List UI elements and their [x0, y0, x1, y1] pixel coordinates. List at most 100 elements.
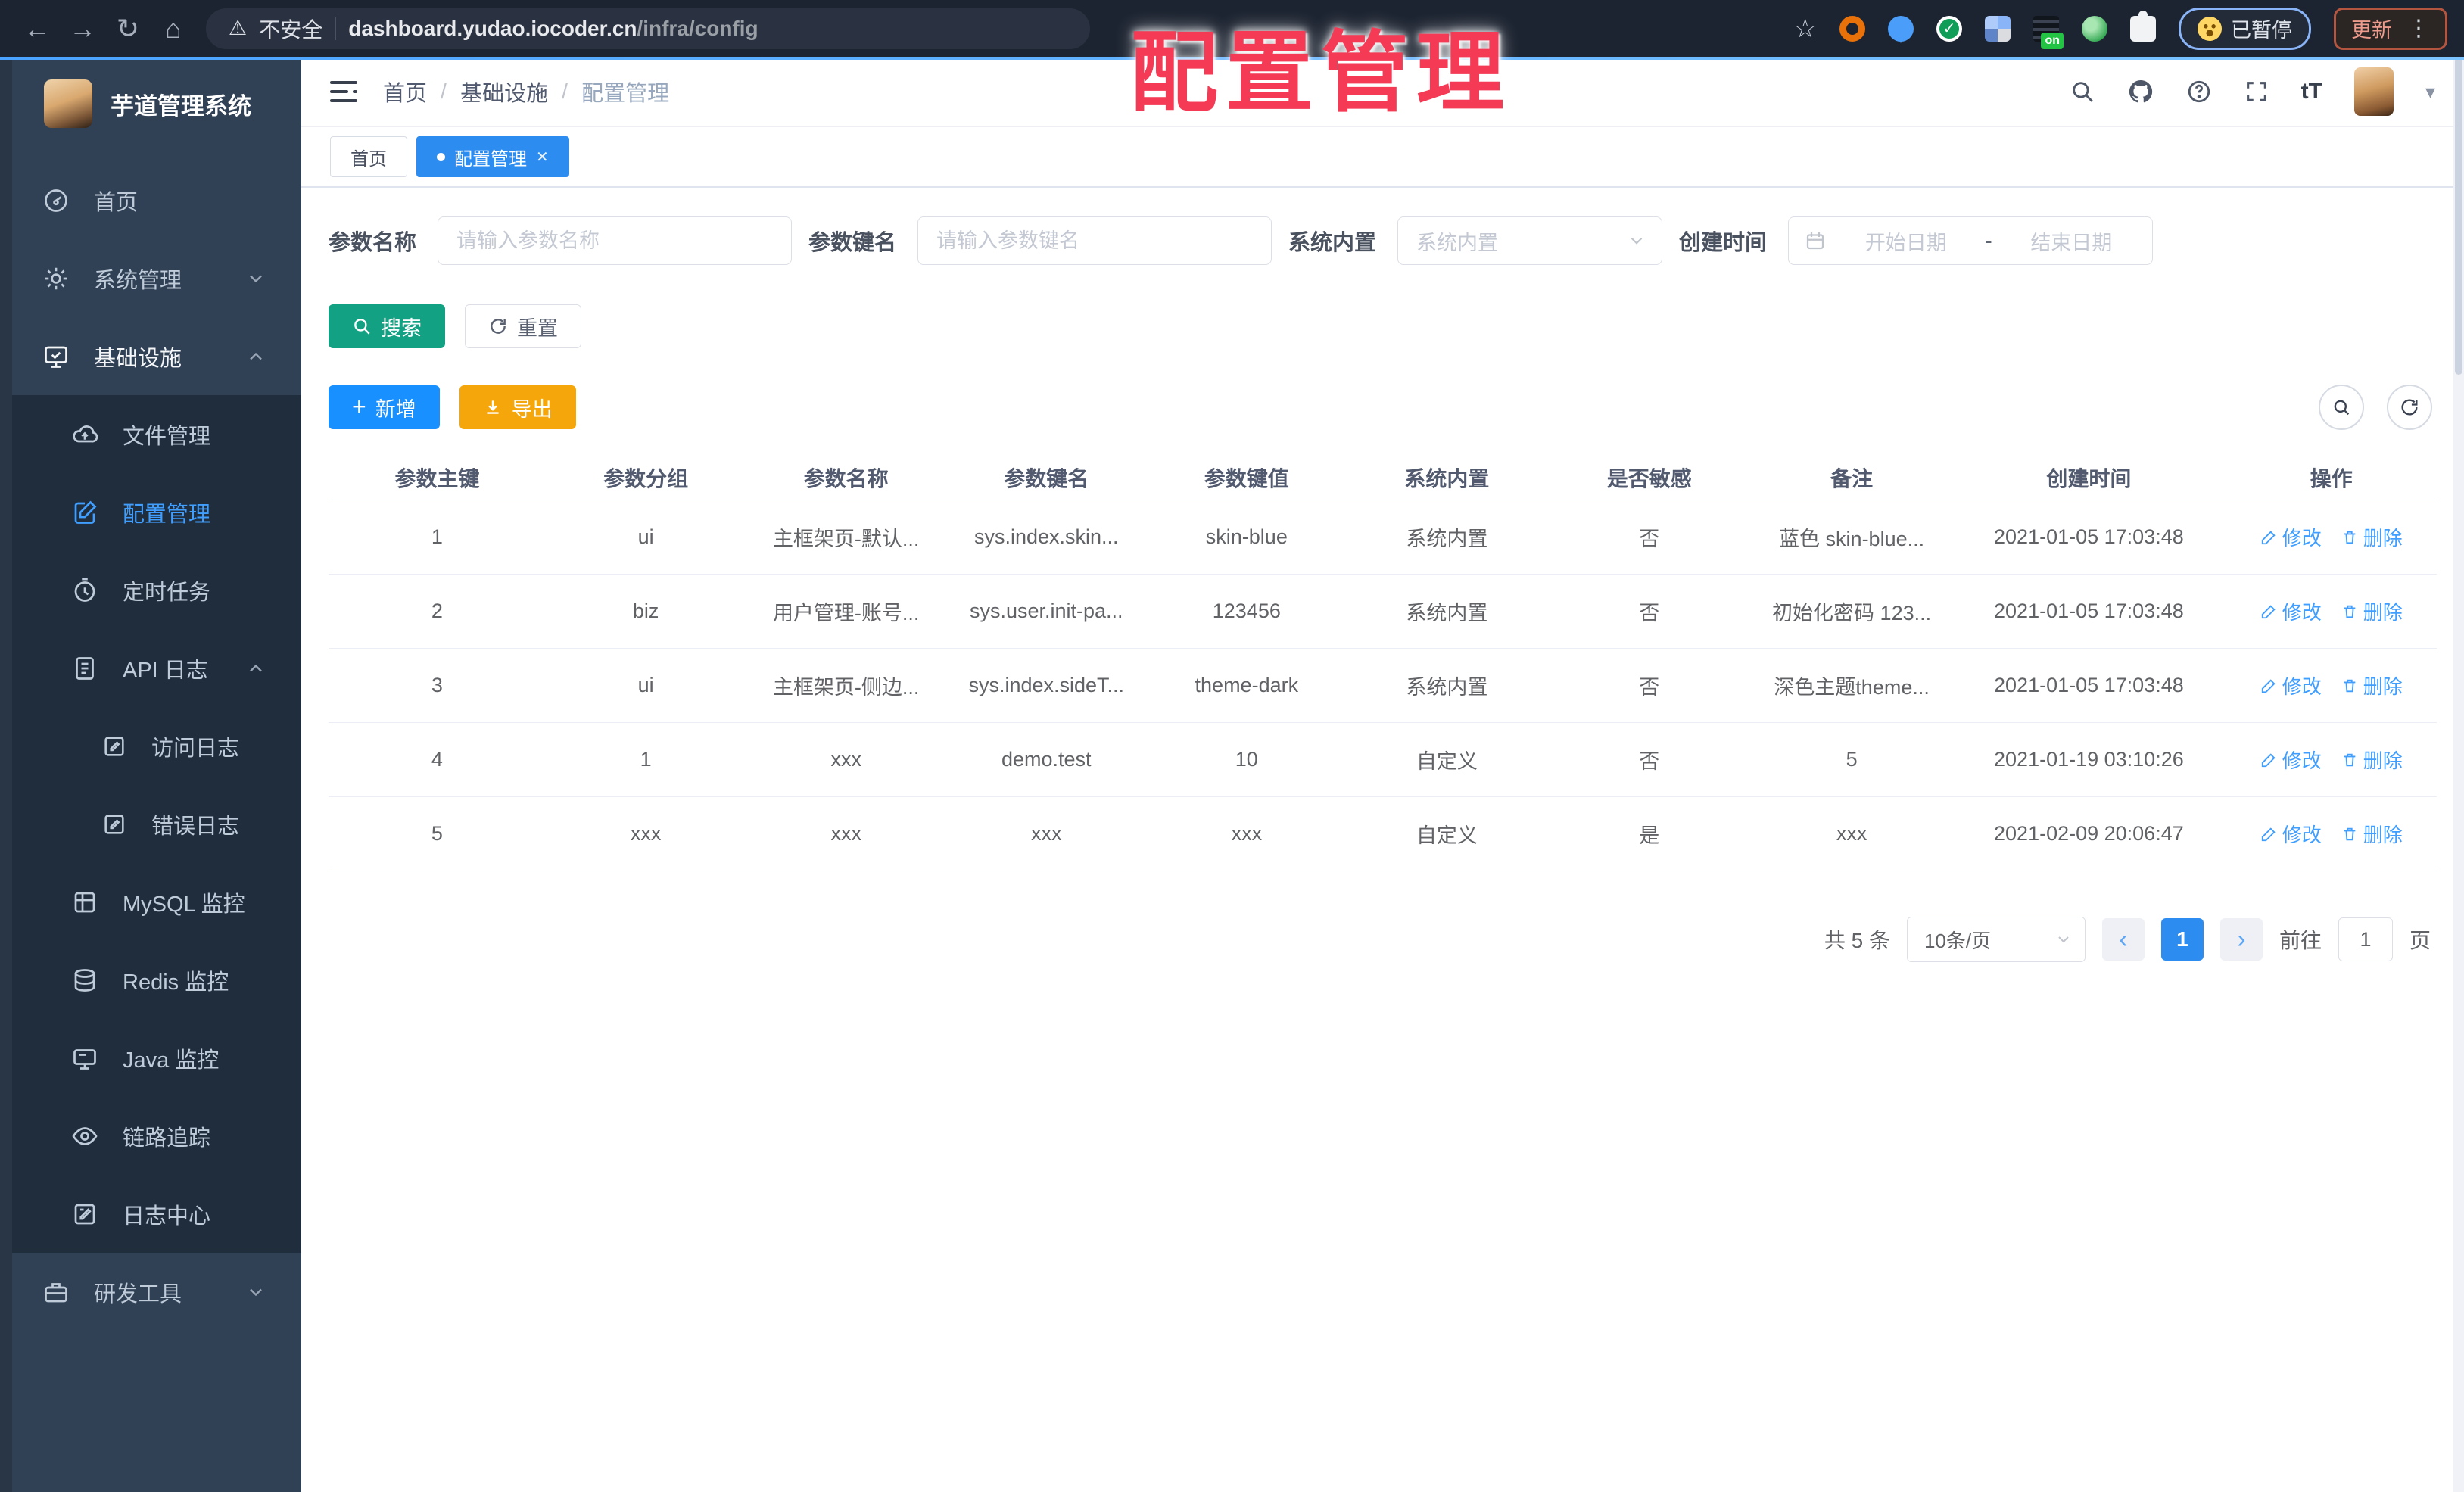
sidebar-item-label: 定时任务: [123, 580, 211, 605]
cell-created: 2021-01-05 17:03:48: [1952, 574, 2226, 649]
reload-icon[interactable]: ↻: [107, 8, 148, 49]
sidebar-item-scheduled-jobs[interactable]: 定时任务: [0, 551, 301, 629]
param-name-input[interactable]: [438, 216, 793, 265]
delete-link[interactable]: 删除: [2341, 820, 2403, 848]
sidebar-item-file-management[interactable]: 文件管理: [0, 395, 301, 473]
extension-icon[interactable]: [2082, 15, 2107, 42]
forward-icon[interactable]: →: [62, 8, 103, 49]
sidebar-item-config-management[interactable]: 配置管理: [0, 473, 301, 551]
logo-avatar: [44, 79, 92, 128]
extension-icon[interactable]: [1839, 15, 1865, 42]
page-size-select[interactable]: 10条/页: [1906, 917, 2086, 962]
prev-page-button[interactable]: ‹: [2101, 918, 2145, 961]
extensions-puzzle-icon[interactable]: [2130, 10, 2156, 42]
tab-label: 配置管理: [454, 148, 527, 170]
table-row: 4 1 xxx demo.test 10 自定义 否 5 2021-01-19 …: [329, 722, 2437, 797]
breadcrumb-home[interactable]: 首页: [383, 76, 427, 107]
chevron-up-icon: [245, 346, 266, 367]
sidebar-item-label: Java 监控: [123, 1048, 220, 1073]
edit-link[interactable]: 修改: [2260, 523, 2322, 551]
delete-link[interactable]: 删除: [2341, 523, 2403, 551]
extension-icon[interactable]: [1985, 15, 2011, 42]
delete-link[interactable]: 删除: [2341, 597, 2403, 625]
header-bar: 首页 / 基础设施 / 配置管理 tT ▾: [301, 57, 2464, 127]
edit-link[interactable]: 修改: [2260, 597, 2322, 625]
font-size-icon[interactable]: tT: [2301, 79, 2322, 104]
collapse-menu-icon[interactable]: [330, 81, 357, 102]
sidebar-item-access-logs[interactable]: 访问日志: [0, 707, 301, 785]
page-number-current[interactable]: 1: [2160, 918, 2204, 961]
sidebar-item-label: 研发工具: [94, 1282, 182, 1307]
sidebar-item-log-center[interactable]: 日志中心: [0, 1175, 301, 1253]
sidebar-item-system[interactable]: 系统管理: [0, 239, 301, 317]
delete-link[interactable]: 删除: [2341, 671, 2403, 699]
active-dot-icon: [437, 152, 445, 161]
sidebar-item-dev-tools[interactable]: 研发工具: [0, 1253, 301, 1331]
extension-icon[interactable]: [1936, 15, 1962, 42]
sidebar-item-tracing[interactable]: 链路追踪: [0, 1097, 301, 1175]
extension-icon[interactable]: [1888, 15, 1914, 43]
home-icon[interactable]: ⌂: [153, 8, 194, 49]
builtin-select[interactable]: 系统内置: [1397, 216, 1663, 265]
tab-config-management[interactable]: 配置管理 ✕: [416, 136, 569, 177]
hide-search-icon[interactable]: [2319, 385, 2364, 430]
search-button[interactable]: 搜索: [329, 304, 445, 348]
briefcase-icon: [42, 1279, 70, 1306]
breadcrumb-infrastructure[interactable]: 基础设施: [460, 76, 548, 107]
sidebar-item-label: 日志中心: [123, 1204, 211, 1229]
date-range-picker[interactable]: 开始日期 - 结束日期: [1788, 216, 2154, 265]
sidebar-item-java-monitor[interactable]: Java 监控: [0, 1019, 301, 1097]
goto-page-input[interactable]: [2338, 917, 2393, 961]
sidebar-item-label: MySQL 监控: [123, 892, 245, 917]
profile-paused-button[interactable]: 已暂停: [2179, 7, 2311, 50]
sidebar-item-redis-monitor[interactable]: Redis 监控: [0, 941, 301, 1019]
scrollbar[interactable]: [2453, 57, 2464, 1492]
reset-button[interactable]: 重置: [465, 304, 581, 348]
add-button[interactable]: + 新增: [329, 385, 440, 429]
caret-down-icon[interactable]: ▾: [2425, 80, 2435, 104]
app-logo[interactable]: 芋道管理系统: [0, 57, 301, 140]
search-button-label: 搜索: [381, 316, 422, 340]
cell-remark: 5: [1751, 722, 1952, 797]
kebab-menu-icon[interactable]: ⋮: [2407, 15, 2430, 42]
export-button[interactable]: 导出: [459, 385, 576, 429]
sidebar-item-api-logs[interactable]: API 日志: [0, 629, 301, 707]
edit-link[interactable]: 修改: [2260, 671, 2322, 699]
sidebar-item-home[interactable]: 首页: [0, 161, 301, 239]
edit-label: 修改: [2282, 527, 2322, 550]
fullscreen-icon[interactable]: [2244, 79, 2269, 104]
sidebar-item-mysql-monitor[interactable]: MySQL 监控: [0, 863, 301, 941]
next-page-button[interactable]: ›: [2219, 918, 2263, 961]
tab-home[interactable]: 首页: [330, 136, 407, 177]
search-icon[interactable]: [2070, 79, 2095, 104]
chrome-update-button[interactable]: 更新 ⋮: [2334, 7, 2447, 50]
help-icon[interactable]: [2186, 79, 2212, 104]
sidebar-item-label: 基础设施: [94, 346, 182, 371]
back-icon[interactable]: ←: [17, 8, 58, 49]
table-row: 5 xxx xxx xxx xxx 自定义 是 xxx 2021-02-09 2…: [329, 796, 2437, 871]
extension-icon[interactable]: [2033, 15, 2064, 49]
chevron-down-icon: [1627, 231, 1646, 251]
cell-sensitive: 否: [1547, 722, 1752, 797]
sidebar-item-label: 文件管理: [123, 424, 211, 449]
sidebar-item-label: API 日志: [123, 658, 208, 683]
edit-link[interactable]: 修改: [2260, 746, 2322, 774]
edit-link[interactable]: 修改: [2260, 820, 2322, 848]
refresh-icon[interactable]: [2387, 385, 2432, 430]
github-icon[interactable]: [2127, 78, 2154, 105]
cell-sensitive: 否: [1547, 648, 1752, 723]
scrollbar-thumb[interactable]: [2455, 57, 2462, 375]
end-date-placeholder: 结束日期: [2030, 231, 2113, 254]
cell-id: 4: [329, 722, 546, 797]
delete-link[interactable]: 删除: [2341, 746, 2403, 774]
address-bar[interactable]: ⚠ 不安全 dashboard.yudao.iocoder.cn/infra/c…: [206, 8, 1090, 49]
sidebar-item-infrastructure[interactable]: 基础设施: [0, 317, 301, 395]
bookmark-star-icon[interactable]: ☆: [1794, 14, 1817, 44]
param-key-input[interactable]: [917, 216, 1272, 265]
close-icon[interactable]: ✕: [536, 148, 549, 167]
sidebar-item-error-logs[interactable]: 错误日志: [0, 785, 301, 863]
user-avatar[interactable]: [2353, 67, 2394, 116]
database-stack-icon: [71, 967, 98, 994]
cell-name: xxx: [746, 722, 946, 797]
config-table: 参数主键 参数分组 参数名称 参数键名 参数键值 系统内置 是否敏感 备注 创建…: [329, 456, 2437, 871]
